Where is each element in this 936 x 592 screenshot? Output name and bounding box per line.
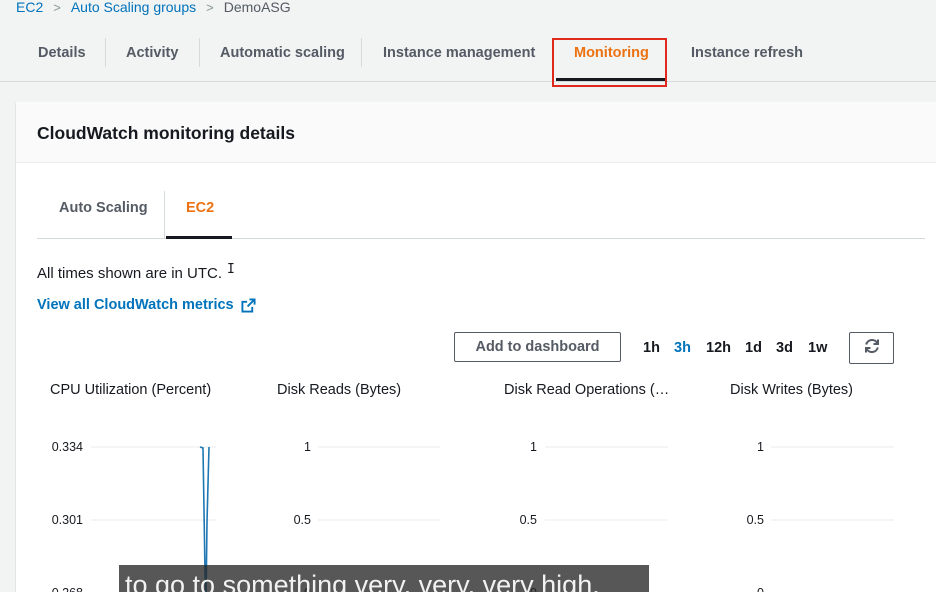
chart-tick-label: 0.5 (747, 513, 764, 527)
chart-tick-label: 1 (530, 440, 537, 454)
tab-divider (199, 38, 200, 67)
tab-activity[interactable]: Activity (126, 38, 178, 68)
chart-tick-label: 0 (757, 586, 764, 592)
monitoring-tab-highlight (552, 38, 667, 87)
chart-tick-label: 0.301 (52, 513, 83, 527)
tab-automatic-scaling[interactable]: Automatic scaling (220, 38, 345, 68)
chevron-right-icon: > (206, 0, 214, 15)
chart-tick-label: 1 (304, 440, 311, 454)
tab-divider (361, 38, 362, 67)
chart-tick-label: 0.5 (294, 513, 311, 527)
breadcrumb-current: DemoASG (223, 0, 291, 15)
breadcrumb: EC2 > Auto Scaling groups > DemoASG (16, 0, 291, 16)
top-tab-bar: Details Activity Automatic scaling Insta… (0, 30, 936, 82)
chart-tick-label: 0.5 (520, 513, 537, 527)
breadcrumb-link-auto-scaling-groups[interactable]: Auto Scaling groups (71, 0, 196, 15)
chart-tick-label: 0.334 (52, 440, 83, 454)
tab-details[interactable]: Details (38, 38, 86, 68)
cloudwatch-monitoring-panel: CloudWatch monitoring details Auto Scali… (16, 102, 936, 592)
tab-instance-refresh[interactable]: Instance refresh (691, 38, 803, 68)
chart-tick-label: 1 (757, 440, 764, 454)
tab-divider (105, 38, 106, 67)
metrics-charts: 0.3340.3010.26810.5010.5010.50 (52, 440, 894, 592)
chevron-right-icon: > (53, 0, 61, 15)
video-caption: to go to something very, very, very high… (119, 565, 649, 592)
breadcrumb-link-ec2[interactable]: EC2 (16, 0, 43, 15)
chart-tick-label: 0.268 (52, 586, 83, 592)
tab-instance-management[interactable]: Instance management (383, 38, 535, 68)
